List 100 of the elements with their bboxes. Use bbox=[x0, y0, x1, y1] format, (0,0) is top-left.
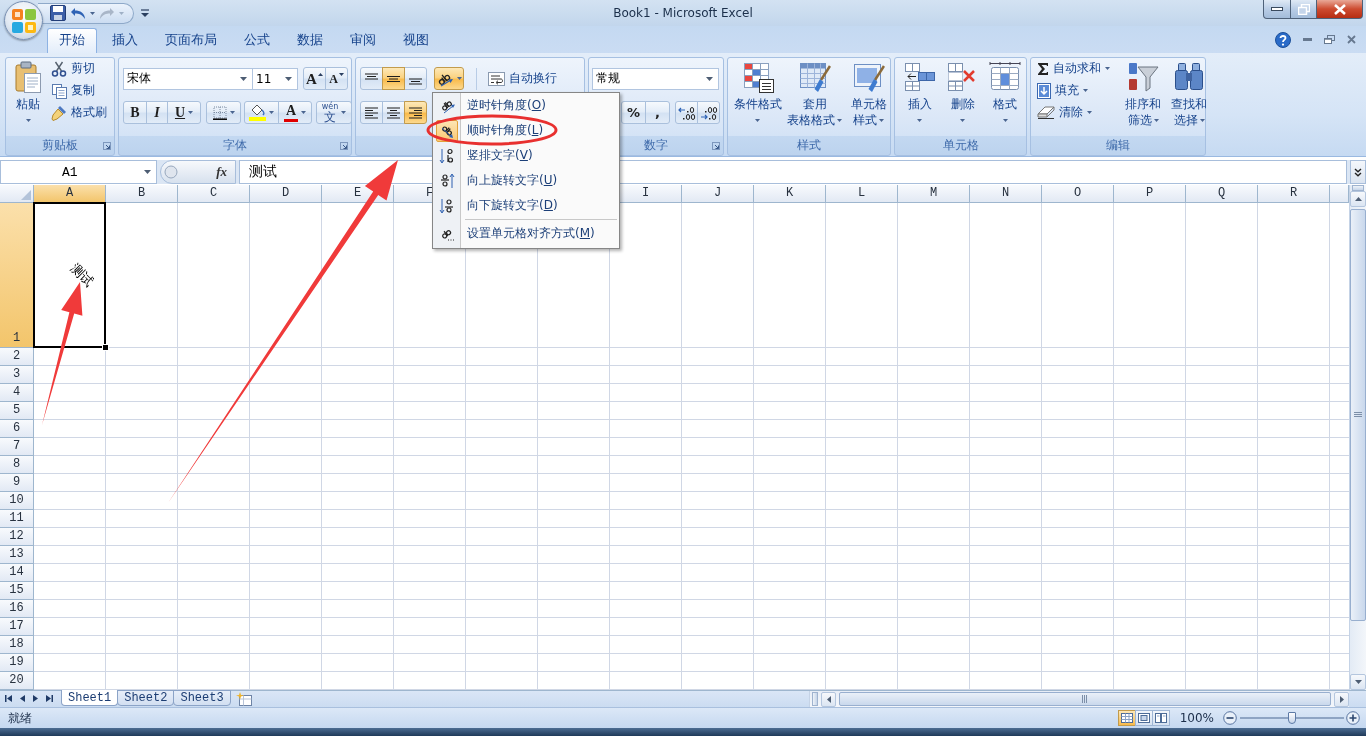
scrollbar-thumb[interactable] bbox=[1350, 209, 1366, 621]
save-icon[interactable] bbox=[50, 5, 66, 21]
cut-button[interactable]: 剪切 bbox=[49, 60, 109, 77]
align-middle-button[interactable] bbox=[382, 67, 405, 90]
row-header[interactable]: 12 bbox=[0, 528, 34, 546]
menu-item[interactable]: 逆时针角度(O) bbox=[435, 93, 617, 118]
delete-button[interactable]: 删除 bbox=[942, 60, 983, 136]
autosum-button[interactable]: 自动求和 bbox=[1035, 60, 1119, 77]
sheet-tab[interactable]: Sheet1 bbox=[61, 690, 119, 706]
column-header[interactable]: D bbox=[250, 185, 322, 203]
split-handle[interactable] bbox=[1352, 185, 1364, 191]
normal-view-button[interactable] bbox=[1117, 710, 1136, 726]
restore-icon[interactable] bbox=[1324, 35, 1335, 44]
column-header[interactable]: R bbox=[1258, 185, 1330, 203]
copy-button[interactable]: 复制 bbox=[49, 82, 109, 99]
close-icon[interactable] bbox=[1347, 35, 1356, 44]
column-header[interactable]: K bbox=[754, 185, 826, 203]
row-header[interactable]: 4 bbox=[0, 384, 34, 402]
menu-item[interactable]: 顺时针角度(L) bbox=[435, 118, 617, 143]
ribbon-tab[interactable]: 公式 bbox=[232, 28, 282, 53]
sheet-tab[interactable]: Sheet3 bbox=[173, 690, 231, 706]
row-header[interactable]: 16 bbox=[0, 600, 34, 618]
column-header[interactable]: P bbox=[1114, 185, 1186, 203]
sort-filter-button[interactable]: 排序和 筛选 bbox=[1121, 60, 1165, 136]
restore-button[interactable] bbox=[1290, 0, 1317, 19]
paste-button[interactable]: 粘贴 bbox=[9, 60, 47, 136]
row-header[interactable]: 19 bbox=[0, 654, 34, 672]
row-header[interactable]: 7 bbox=[0, 438, 34, 456]
fill-color-button[interactable] bbox=[244, 101, 279, 124]
undo-icon[interactable] bbox=[70, 6, 86, 20]
right-arrow-icon[interactable] bbox=[33, 695, 38, 702]
dialog-launcher-icon[interactable] bbox=[103, 141, 111, 150]
split-handle[interactable] bbox=[812, 692, 818, 706]
row-header[interactable]: 10 bbox=[0, 492, 34, 510]
row-header[interactable]: 15 bbox=[0, 582, 34, 600]
row-header[interactable]: 9 bbox=[0, 474, 34, 492]
ribbon-tab[interactable]: 页面布局 bbox=[153, 28, 229, 53]
row-header[interactable]: 1 bbox=[0, 203, 34, 348]
zoom-out-icon[interactable] bbox=[1223, 711, 1237, 725]
column-header[interactable]: N bbox=[970, 185, 1042, 203]
font-color-button[interactable]: A bbox=[278, 101, 312, 124]
column-header[interactable]: A bbox=[34, 185, 106, 203]
dialog-launcher-icon[interactable] bbox=[340, 141, 348, 150]
increase-decimal-button[interactable] bbox=[675, 101, 698, 124]
percent-button[interactable]: % bbox=[621, 101, 646, 124]
row-header[interactable]: 13 bbox=[0, 546, 34, 564]
close-button[interactable] bbox=[1316, 0, 1363, 19]
row-header[interactable]: 2 bbox=[0, 348, 34, 366]
menu-item[interactable]: 设置单元格对齐方式(M) bbox=[435, 221, 617, 246]
align-center-button[interactable] bbox=[382, 101, 405, 124]
cell[interactable]: 测试 bbox=[33, 202, 106, 348]
ribbon-tab[interactable]: 审阅 bbox=[338, 28, 388, 53]
shrink-font-button[interactable]: A bbox=[325, 67, 348, 90]
row-header[interactable]: 18 bbox=[0, 636, 34, 654]
scroll-down-button[interactable] bbox=[1350, 674, 1366, 690]
row-header[interactable]: 11 bbox=[0, 510, 34, 528]
row-header[interactable]: 3 bbox=[0, 366, 34, 384]
align-top-button[interactable] bbox=[360, 67, 383, 90]
find-select-button[interactable]: 查找和 选择 bbox=[1167, 60, 1211, 136]
first-arrow-icon[interactable] bbox=[5, 695, 12, 702]
sheet-tab[interactable]: Sheet2 bbox=[117, 690, 175, 706]
decrease-decimal-button[interactable] bbox=[697, 101, 720, 124]
scroll-right-button[interactable] bbox=[1334, 691, 1349, 707]
font-name-field[interactable]: 宋体 bbox=[123, 67, 253, 90]
clear-button[interactable]: 清除 bbox=[1035, 104, 1119, 121]
insert-button[interactable]: 插入 bbox=[899, 60, 940, 136]
zoom-percentage-button[interactable]: 100% bbox=[1179, 711, 1214, 725]
row-header[interactable]: 14 bbox=[0, 564, 34, 582]
bold-button[interactable]: B bbox=[123, 101, 147, 124]
wrap-text-button[interactable]: 自动换行 bbox=[486, 67, 559, 90]
underline-button[interactable]: U bbox=[167, 101, 201, 124]
align-left-button[interactable] bbox=[360, 101, 383, 124]
font-size-field[interactable]: 11 bbox=[252, 67, 298, 90]
name-box[interactable]: A1 bbox=[0, 160, 157, 184]
fill-handle-icon[interactable] bbox=[102, 344, 109, 351]
ribbon-tab[interactable]: 数据 bbox=[285, 28, 335, 53]
dialog-launcher-icon[interactable] bbox=[712, 141, 720, 150]
row-header[interactable]: 20 bbox=[0, 672, 34, 690]
expand-formula-button[interactable] bbox=[1350, 160, 1366, 184]
last-arrow-icon[interactable] bbox=[46, 695, 53, 702]
comma-button[interactable]: , bbox=[645, 101, 670, 124]
caret-icon[interactable] bbox=[90, 11, 95, 15]
scrollbar-thumb[interactable] bbox=[839, 692, 1331, 706]
left-arrow-icon[interactable] bbox=[20, 695, 25, 702]
column-header[interactable]: Q bbox=[1186, 185, 1258, 203]
row-header[interactable]: 6 bbox=[0, 420, 34, 438]
scroll-left-button[interactable] bbox=[821, 691, 836, 707]
orientation-button[interactable] bbox=[434, 67, 464, 90]
row-header[interactable]: 8 bbox=[0, 456, 34, 474]
cell-styles-button[interactable]: 单元格 样式 bbox=[845, 60, 892, 136]
number-format-field[interactable]: 常规 bbox=[592, 67, 719, 90]
insert-sheet-icon[interactable] bbox=[235, 692, 254, 706]
ribbon-tab[interactable]: 开始 bbox=[47, 28, 97, 53]
column-header[interactable]: B bbox=[106, 185, 178, 203]
help-icon[interactable] bbox=[1275, 31, 1291, 48]
column-header[interactable]: M bbox=[898, 185, 970, 203]
format-painter-button[interactable]: 格式刷 bbox=[49, 104, 109, 121]
italic-button[interactable]: I bbox=[146, 101, 168, 124]
grow-font-button[interactable]: A bbox=[303, 67, 326, 90]
minimize-button[interactable] bbox=[1263, 0, 1291, 19]
